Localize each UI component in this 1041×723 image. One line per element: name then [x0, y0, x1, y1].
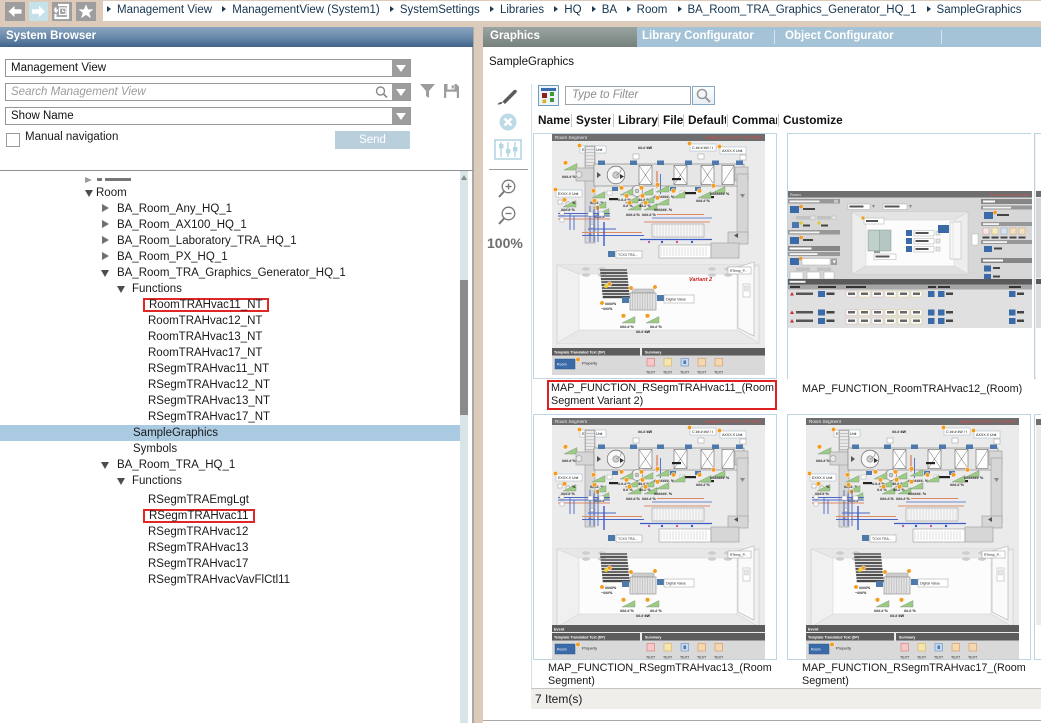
svg-text:Event: Event	[808, 628, 819, 632]
svg-text:Variant 2: Variant 2	[689, 277, 712, 283]
svg-text:Event: Event	[554, 628, 565, 632]
